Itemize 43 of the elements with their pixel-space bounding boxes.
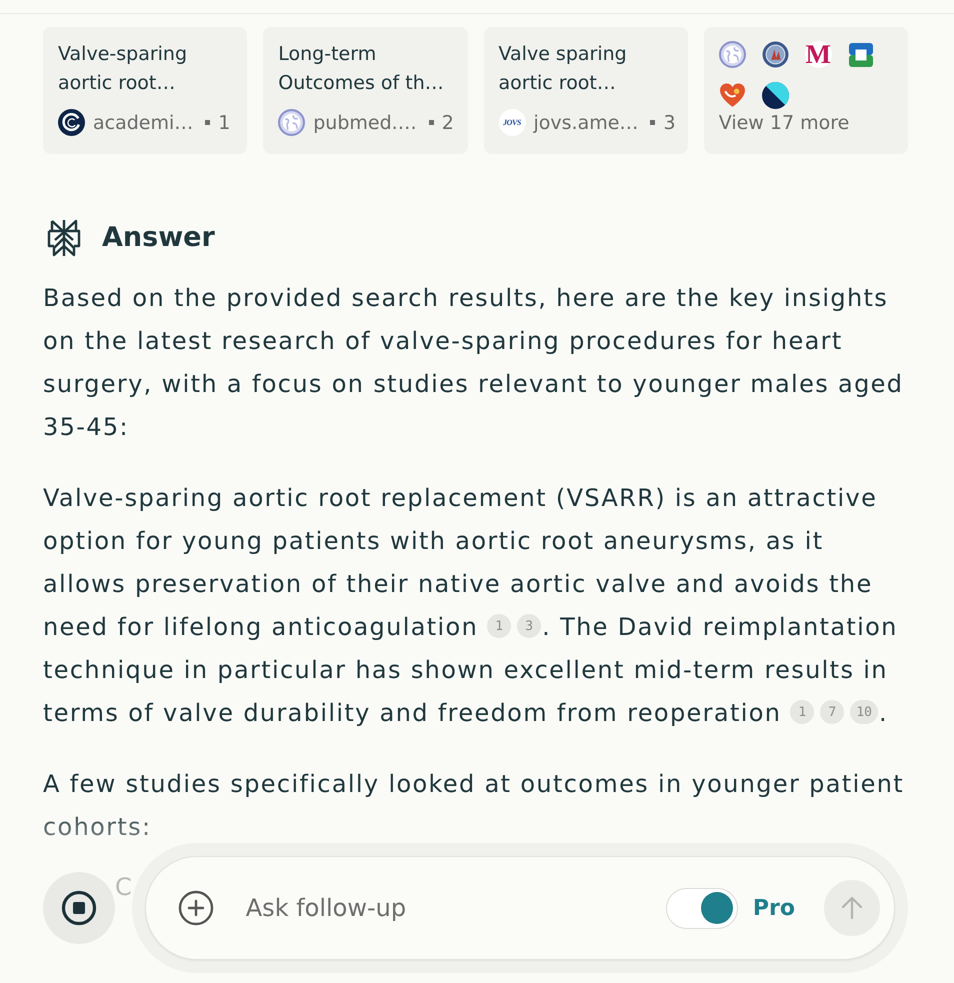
square-logo-icon [849,42,874,66]
pro-label: Pro [752,894,795,922]
follow-up-input[interactable]: Ask follow-up [246,892,666,924]
source-title: Long-term Outcomes of th… [278,42,445,96]
heart-logo-icon [718,82,746,109]
site-logo: JOVS [498,109,526,136]
hidden-text-fragment: C [115,873,132,902]
swirl-logo-icon [58,109,85,136]
citation-badge[interactable]: 1 [790,700,814,724]
dot-separator-icon [650,120,656,125]
source-index: 2 [442,110,454,136]
answer-heading: Answer [102,221,215,255]
dot-separator-icon [205,120,210,125]
view-more-label: View 17 more [718,111,850,136]
source-card[interactable]: Valve-sparing aortic root… academi… 1 [43,27,248,154]
stop-icon [61,890,97,926]
citation-badge[interactable]: 3 [517,614,542,638]
globe-icon [718,41,746,68]
source-index: 1 [218,110,230,136]
seal-logo-icon [762,41,789,68]
citation-badge[interactable]: 7 [820,700,844,724]
site-logo: M [804,41,832,68]
source-index: 3 [663,110,676,136]
source-title: Valve sparing aortic root… [498,42,628,96]
plus-circle-icon [178,890,214,926]
starburst-logo-icon [47,219,81,257]
citation-badge[interactable]: 1 [487,614,512,638]
source-card[interactable]: Valve sparing aortic root… JOVS jovs.ame… 3 [484,27,688,154]
dot-separator-icon [428,120,434,125]
source-title: Valve-sparing aortic root… [58,42,188,96]
source-card[interactable]: Long-term Outcomes of th… pubmed.… 2 [263,27,468,154]
source-site: jovs.ame… [534,110,638,136]
source-site: academi… [93,110,194,136]
answer-paragraph: Valve-sparing aortic root replacement (VSARR) is an attractive option for young patients with aortic root aneurysms, as it allows preservation of their native aortic valve and avoids the need for lifelong anticoagulation 1 3 . The David reimplantation technique in particular has shown excellent mid-term results in terms of valve durability and freedom from reoperation 1 7 10 . [43,483,899,729]
citation-badge[interactable]: 10 [850,700,878,724]
answer-paragraph: Based on the provided search results, here are the key insights on the latest research of valve-sparing procedures for heart surgery, with a focus on studies relevant to younger males aged 35-45: [43,283,904,443]
source-site: pubmed.… [313,110,417,136]
arrow-up-icon [841,896,863,920]
globe-icon [278,109,306,136]
split-circle-logo-icon [762,82,789,109]
more-sources-card[interactable]: M View 17 more [704,27,908,154]
attach-button[interactable] [178,890,214,926]
pro-toggle[interactable] [666,888,738,928]
